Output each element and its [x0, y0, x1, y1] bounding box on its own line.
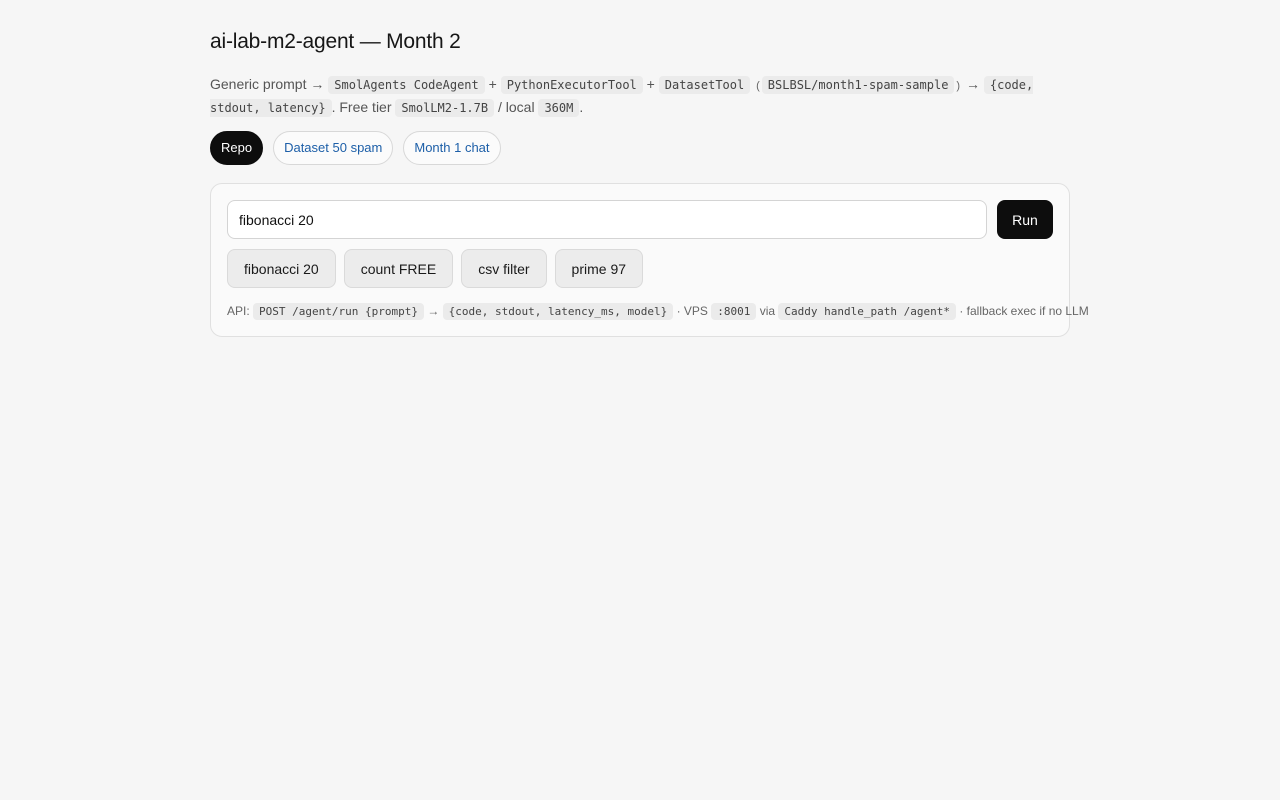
paren-open: ( — [756, 80, 760, 92]
desc-text: / local — [497, 99, 535, 115]
example-button-fibonacci[interactable]: fibonacci 20 — [227, 249, 336, 288]
desc-text: . Free tier — [331, 99, 392, 115]
plus-icon: + — [488, 76, 497, 92]
prompt-input[interactable] — [227, 200, 987, 239]
agent-card: Run fibonacci 20 count FREE csv filter p… — [210, 183, 1089, 337]
repo-link[interactable]: Repo — [210, 131, 264, 165]
code-port: :8001 — [711, 303, 757, 320]
arrow-icon: → — [310, 76, 325, 92]
dataset-link[interactable]: Dataset 50 spam — [273, 131, 394, 165]
example-button-count-free[interactable]: count FREE — [343, 249, 454, 288]
month1-chat-link[interactable]: Month 1 chat — [403, 131, 501, 165]
arrow-icon: → — [965, 76, 980, 92]
api-prefix: API: — [227, 304, 250, 318]
api-text: · fallback exec if no LLM — [959, 304, 1089, 318]
code-python-tool: PythonExecutorTool — [500, 76, 643, 94]
plus-icon: + — [646, 76, 655, 92]
code-dataset-name: BSLBSL/month1-spam-sample — [761, 76, 955, 94]
example-prompts: fibonacci 20 count FREE csv filter prime… — [227, 249, 644, 288]
example-button-csv-filter[interactable]: csv filter — [461, 249, 547, 288]
paren-close: ) — [956, 80, 961, 92]
code-dataset-tool: DatasetTool — [658, 76, 751, 94]
arrow-icon: → — [427, 304, 440, 318]
code-caddy: Caddy handle_path /agent* — [778, 303, 956, 320]
link-bar: Repo Dataset 50 spam Month 1 chat — [210, 131, 501, 165]
api-text: via — [759, 304, 776, 318]
code-model-local: 360M — [538, 99, 580, 117]
example-button-prime[interactable]: prime 97 — [554, 249, 644, 288]
run-button[interactable]: Run — [997, 200, 1053, 239]
code-endpoint: POST /agent/run {prompt} — [253, 303, 424, 320]
api-info: API: POST /agent/run {prompt} → {code, s… — [227, 301, 1089, 322]
code-model-free: SmolLM2-1.7B — [395, 99, 495, 117]
desc-text: Generic prompt — [210, 76, 307, 92]
description: Generic prompt → SmolAgents CodeAgent + … — [210, 74, 1070, 119]
api-text: · VPS — [676, 304, 708, 318]
page-title: ai-lab-m2-agent — Month 2 — [210, 30, 461, 53]
code-codeagent: SmolAgents CodeAgent — [328, 76, 485, 94]
desc-text: . — [579, 99, 584, 115]
code-response: {code, stdout, latency_ms, model} — [442, 303, 674, 320]
